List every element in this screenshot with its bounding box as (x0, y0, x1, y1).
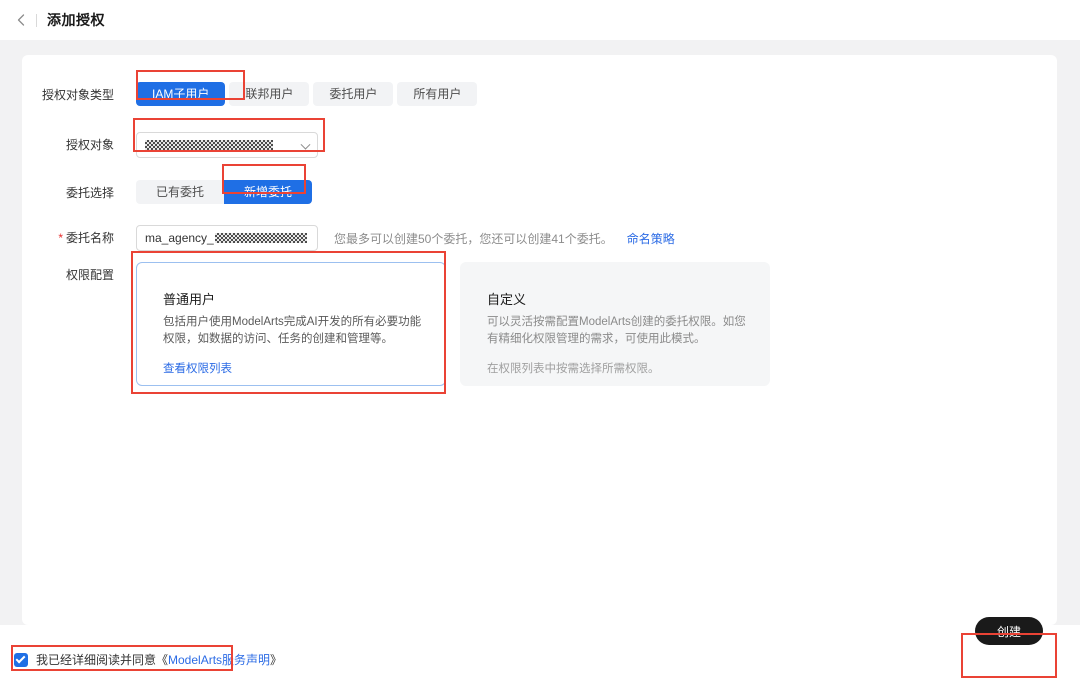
agreement-row: 我已经详细阅读并同意《 ModelArts服务声明》 (14, 651, 282, 668)
agency-name-masked-suffix (214, 233, 307, 243)
permission-card-title: 普通用户 (163, 292, 216, 307)
agency-name-hint: 您最多可以创建50个委托，您还可以创建41个委托。 命名策略 (334, 230, 675, 247)
agreement-prefix-text: 我已经详细阅读并同意《 (36, 653, 169, 667)
permission-config-label: 权限配置 (65, 268, 114, 282)
footer-bar: 我已经详细阅读并同意《 ModelArts服务声明》 (0, 625, 1080, 693)
page-title: 添加授权 (47, 12, 105, 28)
permission-card-custom[interactable]: 自定义 可以灵活按需配置ModelArts创建的委托权限。如您有精细化权限管理的… (460, 262, 770, 386)
back-chevron-left-icon[interactable] (14, 13, 28, 27)
agency-name-field: ma_agency_ 您最多可以创建50个委托，您还可以创建41个委托。 命名策略 (136, 225, 675, 251)
modelarts-statement-link[interactable]: ModelArts服务声明 (168, 651, 270, 668)
form-row-principal-type: 授权对象类型 IAM子用户 联邦用户 委托用户 所有用户 (22, 82, 478, 106)
form-row-agency-choice: 委托选择 已有委托 新增委托 (22, 180, 313, 204)
agency-name-label: * 委托名称 (22, 225, 114, 246)
view-permission-list-link[interactable]: 查看权限列表 (163, 360, 423, 376)
principal-type-label: 授权对象类型 (41, 88, 114, 102)
form-row-principal: 授权对象 (22, 132, 318, 158)
permission-config-field: 普通用户 包括用户使用ModelArts完成AI开发的所有必要功能权限，如数据的… (136, 262, 770, 386)
principal-select[interactable] (136, 132, 318, 158)
principal-masked-value (145, 140, 273, 150)
create-button[interactable]: 创建 (975, 617, 1043, 645)
agency-name-input[interactable]: ma_agency_ (136, 225, 318, 251)
principal-type-segmented-control[interactable]: IAM子用户 联邦用户 委托用户 所有用户 (136, 82, 478, 106)
agency-choice-option-existing[interactable]: 已有委托 (136, 180, 225, 204)
page-body: 授权对象类型 IAM子用户 联邦用户 委托用户 所有用户 授权对象 委托选择 已… (0, 40, 1080, 625)
form-row-agency-name: * 委托名称 ma_agency_ 您最多可以创建50个委托，您还可以创建41个委… (22, 225, 675, 251)
principal-type-option-agency-user[interactable]: 委托用户 (313, 82, 394, 106)
form-row-permission-config: 权限配置 普通用户 包括用户使用ModelArts完成AI开发的所有必要功能权限… (22, 262, 770, 386)
permission-card-common-user[interactable]: 普通用户 包括用户使用ModelArts完成AI开发的所有必要功能权限，如数据的… (136, 262, 446, 386)
principal-label: 授权对象 (65, 138, 114, 152)
chevron-down-icon[interactable] (300, 139, 311, 150)
agency-name-label-text: 委托名称 (65, 231, 114, 245)
permission-card-description: 包括用户使用ModelArts完成AI开发的所有必要功能权限，如数据的访问、任务… (163, 316, 422, 345)
header-divider (36, 13, 37, 27)
permission-card-title: 自定义 (487, 292, 527, 307)
agency-choice-field: 已有委托 新增委托 (136, 180, 313, 204)
naming-policy-link[interactable]: 命名策略 (627, 232, 675, 246)
required-asterisk: * (58, 231, 63, 245)
principal-type-option-federated-user[interactable]: 联邦用户 (229, 82, 310, 106)
permission-card-note: 在权限列表中按需选择所需权限。 (487, 363, 660, 375)
permission-card-description: 可以灵活按需配置ModelArts创建的委托权限。如您有精细化权限管理的需求，可… (487, 316, 746, 345)
principal-type-field: IAM子用户 联邦用户 委托用户 所有用户 (136, 82, 478, 106)
agency-choice-option-new[interactable]: 新增委托 (224, 180, 313, 204)
permission-card-group: 普通用户 包括用户使用ModelArts完成AI开发的所有必要功能权限，如数据的… (136, 262, 770, 386)
principal-field (136, 132, 318, 158)
agency-choice-segmented-control[interactable]: 已有委托 新增委托 (136, 180, 313, 204)
principal-type-option-iam-user[interactable]: IAM子用户 (136, 82, 226, 106)
top-header-bar: 添加授权 (0, 0, 1080, 40)
agency-name-value-prefix: ma_agency_ (145, 231, 214, 245)
agency-name-hint-text: 您最多可以创建50个委托，您还可以创建41个委托。 (334, 231, 613, 246)
agreement-suffix-text: 》 (270, 653, 283, 667)
principal-type-option-all-users[interactable]: 所有用户 (397, 82, 478, 106)
agency-choice-label: 委托选择 (65, 186, 114, 200)
agreement-checkbox[interactable] (14, 652, 28, 667)
form-panel: 授权对象类型 IAM子用户 联邦用户 委托用户 所有用户 授权对象 委托选择 已… (22, 55, 1057, 625)
